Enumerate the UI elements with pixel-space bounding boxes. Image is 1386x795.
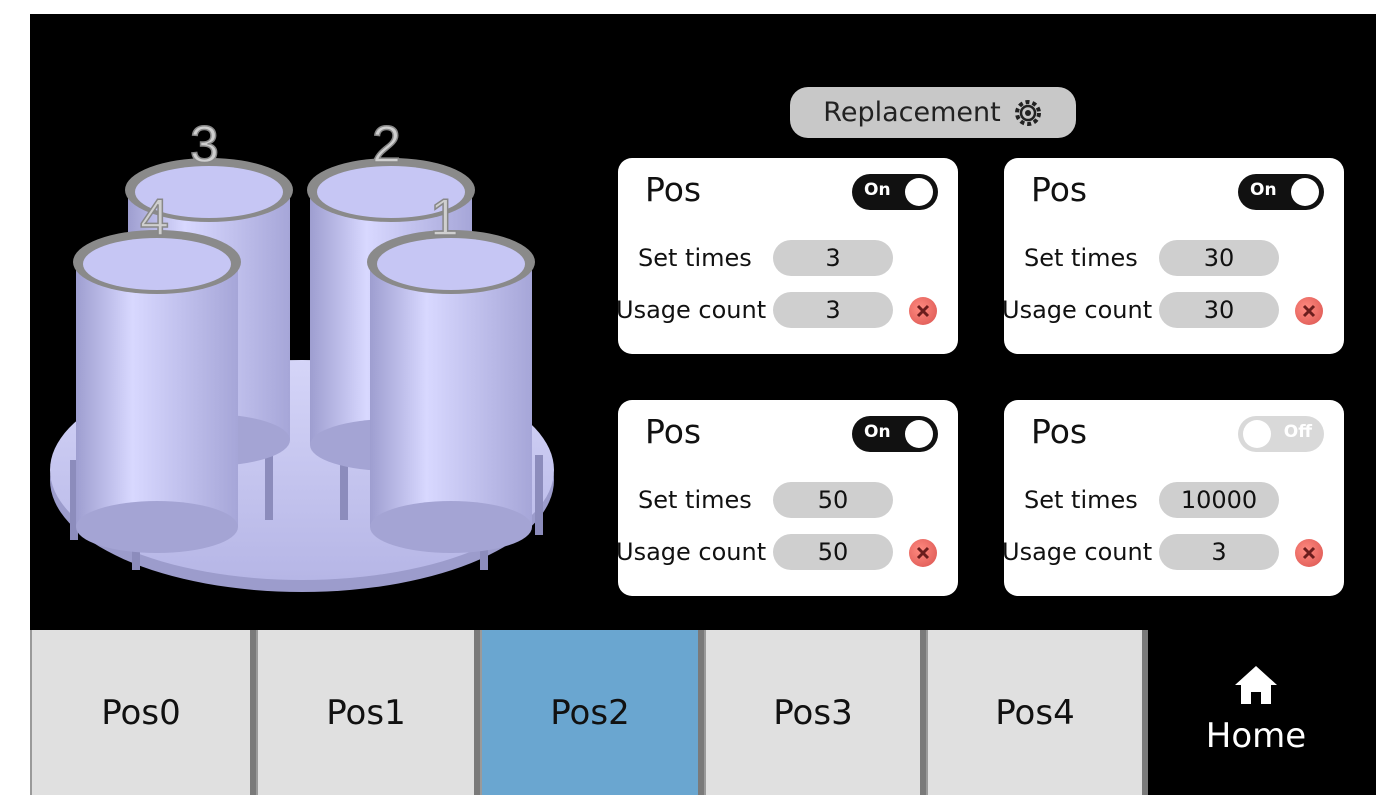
toggle-label: On [1250,180,1277,200]
close-icon [1302,546,1316,560]
position-card: Pos On Set times 3 Usage count 3 [616,158,958,354]
home-icon [1235,666,1277,704]
toggle-label: On [864,180,891,200]
tab-pos4[interactable]: Pos4 [926,630,1148,795]
usage-count-field: 30 [1159,292,1279,328]
set-times-field[interactable]: 50 [773,482,893,518]
enable-toggle[interactable]: On [852,416,938,452]
set-times-label: Set times [638,486,752,514]
toggle-knob [1243,420,1271,448]
enable-toggle[interactable]: On [852,174,938,210]
usage-count-label: Usage count [616,538,767,566]
tab-pos0[interactable]: Pos0 [30,630,256,795]
toggle-knob [905,178,933,206]
position-card: Pos On Set times 50 Usage count 50 [616,400,958,596]
cylinder-label-3: 3 [190,116,219,174]
card-title: Pos [645,412,702,451]
reset-usage-button[interactable] [909,297,937,325]
close-icon [916,546,930,560]
gear-icon [1014,99,1041,126]
usage-count-field: 3 [773,292,893,328]
position-card: Pos On Set times 30 Usage count 30 [1002,158,1344,354]
set-times-field[interactable]: 30 [1159,240,1279,276]
replacement-button[interactable]: Replacement [790,87,1076,138]
usage-count-field: 3 [1159,534,1279,570]
position-card: Pos Off Set times 10000 Usage count 3 [1002,400,1344,596]
cylinder-label-4: 4 [140,189,169,247]
usage-count-field: 50 [773,534,893,570]
enable-toggle[interactable]: Off [1238,416,1324,452]
card-title: Pos [1031,412,1088,451]
toggle-label: On [864,422,891,442]
set-times-label: Set times [1024,486,1138,514]
reset-usage-button[interactable] [1295,539,1323,567]
cylinder-label-1: 1 [430,189,459,247]
tab-pos1[interactable]: Pos1 [256,630,480,795]
card-title: Pos [1031,170,1088,209]
set-times-label: Set times [1024,244,1138,272]
toggle-knob [1291,178,1319,206]
set-times-field[interactable]: 3 [773,240,893,276]
close-icon [916,304,930,318]
set-times-field[interactable]: 10000 [1159,482,1279,518]
reset-usage-button[interactable] [909,539,937,567]
cylinder-label-2: 2 [372,116,401,174]
home-button[interactable]: Home [1150,630,1362,790]
card-title: Pos [645,170,702,209]
enable-toggle[interactable]: On [1238,174,1324,210]
holder-illustration: 3 2 4 1 [50,115,554,592]
replacement-label: Replacement [823,97,1001,128]
reset-usage-button[interactable] [1295,297,1323,325]
close-icon [1302,304,1316,318]
usage-count-label: Usage count [1002,296,1153,324]
set-times-label: Set times [638,244,752,272]
home-label: Home [1205,716,1307,756]
usage-count-label: Usage count [616,296,767,324]
toggle-label: Off [1283,422,1312,442]
tab-pos3[interactable]: Pos3 [704,630,926,795]
usage-count-label: Usage count [1002,538,1153,566]
toggle-knob [905,420,933,448]
tab-pos2[interactable]: Pos2 [480,630,704,795]
